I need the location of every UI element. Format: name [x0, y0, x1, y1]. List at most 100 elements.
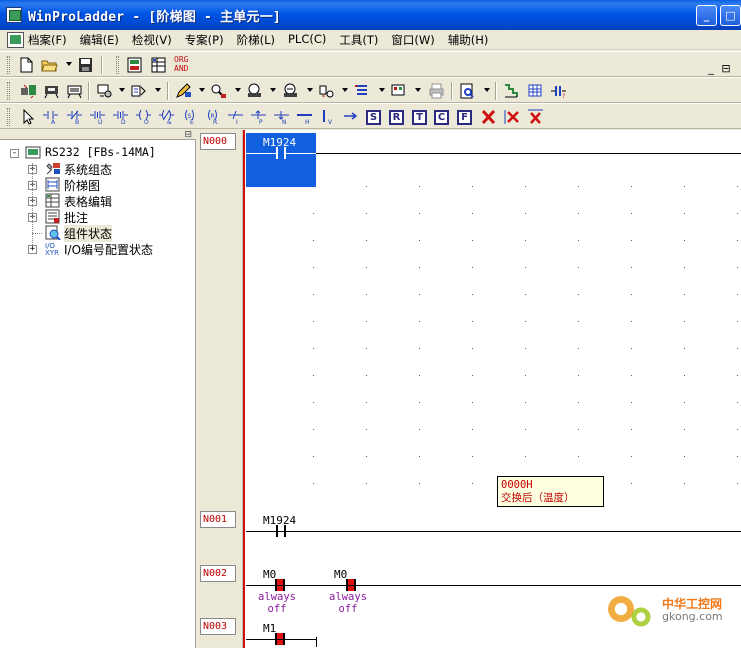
title-bar[interactable]: WinProLadder - [阶梯图 - 主单元一] _ □ — [0, 0, 741, 30]
tree-item-label[interactable]: I/O编号配置状态 — [64, 241, 153, 258]
tree-expander[interactable]: + — [28, 245, 37, 254]
plc-stop-icon[interactable] — [66, 83, 83, 99]
delete-horizontal-icon[interactable] — [527, 109, 544, 125]
compile-dropdown-arrow[interactable] — [342, 88, 348, 92]
offline-dropdown-arrow[interactable] — [307, 88, 313, 92]
toolbar-grip[interactable] — [7, 82, 10, 100]
search-icon[interactable] — [210, 83, 227, 99]
compile-icon[interactable] — [318, 83, 335, 99]
tree-panel-header[interactable]: ⊟ — [0, 130, 196, 140]
menu-item[interactable]: 编辑(E) — [80, 32, 119, 48]
list-dropdown-arrow[interactable] — [379, 88, 385, 92]
monitor-dropdown-arrow[interactable] — [119, 88, 125, 92]
not-contact-icon[interactable]: I — [227, 109, 244, 125]
grid-dot — [419, 321, 420, 322]
tree-item-label[interactable]: 组件状态 — [64, 225, 113, 242]
toolbar-separator — [167, 82, 169, 100]
menu-item[interactable]: 档案(F) — [28, 32, 67, 48]
set-box-button[interactable]: S — [366, 110, 381, 125]
save-icon[interactable] — [77, 57, 94, 73]
menu-item[interactable]: 工具(T) — [339, 32, 378, 48]
inverse-coil-icon[interactable]: & — [158, 109, 175, 125]
monitor-icon[interactable] — [96, 83, 113, 99]
menu-item[interactable]: 检视(V) — [132, 32, 172, 48]
contact-help-icon[interactable]: ? — [550, 83, 567, 99]
edit-pencil-icon[interactable] — [175, 83, 192, 99]
menu-item[interactable]: 阶梯(L) — [237, 32, 275, 48]
maximize-button[interactable]: □ — [720, 5, 741, 26]
contact-symbol[interactable] — [276, 147, 278, 159]
contact-address[interactable]: M1924 — [263, 136, 296, 149]
status-dropdown-arrow[interactable] — [415, 88, 421, 92]
down-diff-contact-icon[interactable]: D — [112, 109, 129, 125]
table-icon[interactable] — [150, 57, 167, 73]
status-icon[interactable] — [390, 83, 407, 99]
contact-address[interactable]: M1924 — [263, 514, 296, 527]
set-coil-icon[interactable]: SE — [181, 109, 198, 125]
print-icon[interactable] — [428, 83, 445, 99]
toolbar-row-1: ORG AND — [0, 51, 741, 77]
up-diff-contact-icon[interactable]: U — [89, 109, 106, 125]
rung-number-label[interactable]: N001 — [200, 511, 236, 528]
grid-dot — [525, 402, 526, 403]
tree-item-label[interactable]: 批注 — [64, 209, 88, 226]
function-box-button[interactable]: F — [457, 110, 472, 125]
vertical-line-icon[interactable]: V — [319, 109, 336, 125]
grid-dot — [631, 402, 632, 403]
menu-item[interactable]: 辅助(H) — [448, 32, 489, 48]
menu-item[interactable]: 专案(P) — [185, 32, 224, 48]
search-dropdown-arrow[interactable] — [235, 88, 241, 92]
org-and-button[interactable]: ORG AND — [174, 55, 188, 73]
select-pointer-icon[interactable] — [20, 109, 37, 125]
horizontal-line-icon[interactable]: H — [296, 109, 313, 125]
open-folder-icon[interactable] — [41, 57, 58, 73]
reset-coil-icon[interactable]: RR — [204, 109, 221, 125]
minimize-button[interactable]: _ — [696, 5, 717, 26]
arrow-right-icon[interactable] — [342, 109, 359, 125]
delete-icon[interactable] — [480, 109, 497, 125]
grid-icon[interactable] — [527, 83, 544, 99]
delete-vertical-icon[interactable] — [504, 109, 521, 125]
timer-box-button[interactable]: T — [412, 110, 427, 125]
p-contact-icon[interactable]: P — [250, 109, 267, 125]
list-icon[interactable] — [354, 83, 371, 99]
rung-number-label[interactable]: N002 — [200, 565, 236, 582]
output-coil-icon[interactable]: O — [135, 109, 152, 125]
toolbar-grip[interactable] — [116, 56, 119, 74]
no-contact-icon[interactable]: A — [42, 109, 59, 125]
toolbar-grip[interactable] — [7, 56, 10, 74]
edit-dropdown-arrow[interactable] — [199, 88, 205, 92]
nc-contact-icon[interactable]: B — [66, 109, 83, 125]
preview-dropdown-arrow[interactable] — [484, 88, 490, 92]
ladder-editor[interactable]: N000 M1924 N001 M1924 N002 M0 always off M0 alway… — [197, 130, 741, 648]
new-file-icon[interactable] — [18, 57, 35, 73]
pin-icon[interactable]: ⊟ — [184, 130, 192, 140]
menu-item[interactable]: 窗口(W) — [391, 32, 434, 48]
step-icon[interactable] — [503, 83, 520, 99]
preview-icon[interactable] — [459, 83, 476, 99]
grid-dot — [578, 240, 579, 241]
tree-item-label[interactable]: 阶梯图 — [64, 177, 100, 194]
project-icon[interactable] — [126, 57, 143, 73]
n-contact-icon[interactable]: N — [273, 109, 290, 125]
document-icon[interactable] — [7, 32, 24, 48]
online-dropdown-arrow[interactable] — [270, 88, 276, 92]
open-dropdown-arrow[interactable] — [66, 62, 72, 66]
menu-item[interactable]: PLC(C) — [288, 32, 326, 48]
force-dropdown-arrow[interactable] — [155, 88, 161, 92]
rung-number-label[interactable]: N003 — [200, 618, 236, 635]
tree-item-label[interactable]: 系统组态 — [64, 161, 112, 178]
reset-box-button[interactable]: R — [389, 110, 404, 125]
rung-number-label[interactable]: N000 — [200, 133, 236, 150]
counter-box-button[interactable]: C — [434, 110, 449, 125]
plc-connect-icon[interactable] — [20, 83, 37, 99]
toolbar-grip[interactable] — [7, 108, 10, 126]
tree-item-label[interactable]: 表格编辑 — [64, 193, 112, 210]
offline-icon[interactable] — [282, 83, 299, 99]
online-icon[interactable] — [246, 83, 263, 99]
tree-root-label[interactable]: RS232 [FBs-14MA] — [45, 145, 156, 159]
plc-run-icon[interactable] — [43, 83, 60, 99]
force-icon[interactable] — [130, 83, 147, 99]
app-icon[interactable] — [6, 7, 22, 23]
root-expander[interactable]: - — [10, 149, 19, 158]
